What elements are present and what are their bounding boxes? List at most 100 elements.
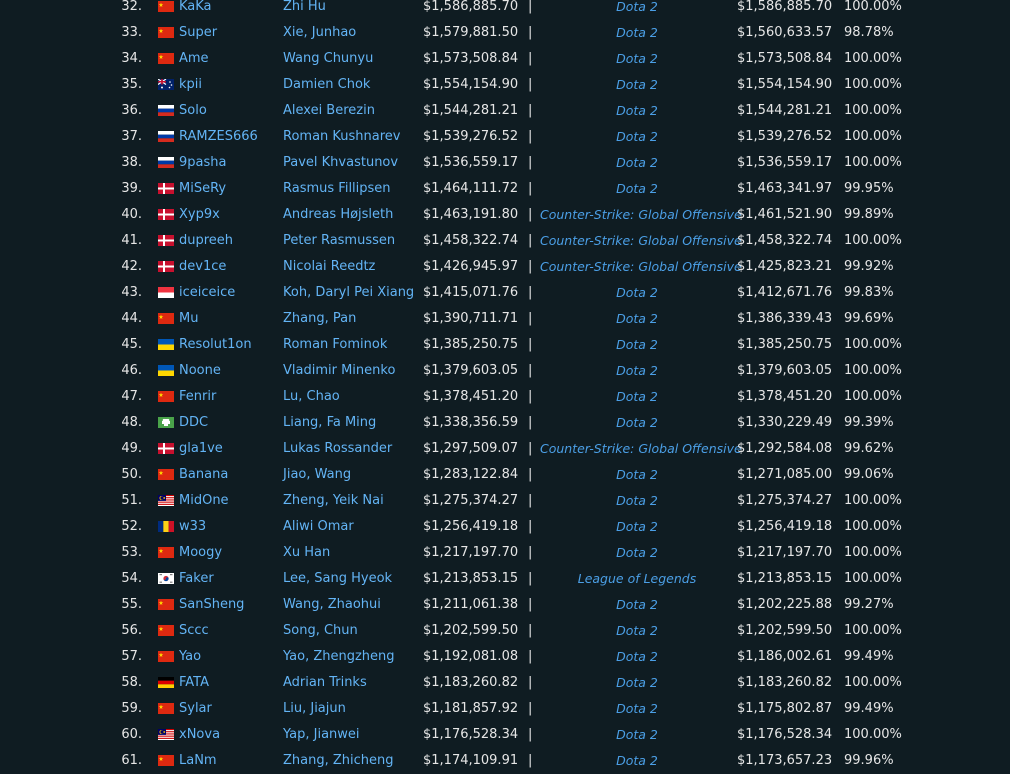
player-name-link[interactable]: Rasmus Fillipsen xyxy=(283,176,391,202)
player-handle-link[interactable]: Yao xyxy=(179,644,201,670)
game-link[interactable]: Dota 2 xyxy=(540,124,734,150)
game-link[interactable]: Dota 2 xyxy=(540,306,734,332)
player-handle-link[interactable]: Moogy xyxy=(179,540,222,566)
player-name-link[interactable]: Zheng, Yeik Nai xyxy=(283,488,384,514)
game-link[interactable]: Dota 2 xyxy=(540,72,734,98)
game-link[interactable]: Dota 2 xyxy=(540,280,734,306)
player-name-link[interactable]: Roman Kushnarev xyxy=(283,124,401,150)
player-handle-link[interactable]: gla1ve xyxy=(179,436,223,462)
game-link[interactable]: Dota 2 xyxy=(540,670,734,696)
game-link[interactable]: Dota 2 xyxy=(540,696,734,722)
game-link[interactable]: Dota 2 xyxy=(540,618,734,644)
player-name-link[interactable]: Vladimir Minenko xyxy=(283,358,395,384)
player-name-link[interactable]: Xu Han xyxy=(283,540,330,566)
game-link[interactable]: Dota 2 xyxy=(540,514,734,540)
game-link[interactable]: Dota 2 xyxy=(540,46,734,72)
game-link[interactable]: Dota 2 xyxy=(540,384,734,410)
player-handle-link[interactable]: Banana xyxy=(179,462,228,488)
player-handle-link[interactable]: Sccc xyxy=(179,618,209,644)
player-name-link[interactable]: Wang Chunyu xyxy=(283,46,373,72)
player-name-link[interactable]: Lu, Chao xyxy=(283,384,340,410)
player-name-link[interactable]: Lee, Sang Hyeok xyxy=(283,566,392,592)
player-name-link[interactable]: Roman Fominok xyxy=(283,332,387,358)
game-link[interactable]: Dota 2 xyxy=(540,332,734,358)
player-name-link[interactable]: Pavel Khvastunov xyxy=(283,150,398,176)
table-row: 46. Noone Vladimir Minenko $1,379,603.05 | Do… xyxy=(0,358,1010,384)
player-name-link[interactable]: Andreas Højsleth xyxy=(283,202,393,228)
player-handle-link[interactable]: dev1ce xyxy=(179,254,226,280)
player-handle-link[interactable]: Resolut1on xyxy=(179,332,252,358)
player-handle-link[interactable]: dupreeh xyxy=(179,228,233,254)
player-handle-link[interactable]: Sylar xyxy=(179,696,212,722)
separator: | xyxy=(528,415,533,430)
player-name-link[interactable]: Wang, Zhaohui xyxy=(283,592,381,618)
player-handle-link[interactable]: RAMZES666 xyxy=(179,124,258,150)
separator: | xyxy=(528,623,533,638)
player-handle-link[interactable]: LaNm xyxy=(179,748,217,774)
game-link[interactable]: Dota 2 xyxy=(540,540,734,566)
player-name-link[interactable]: Aliwi Omar xyxy=(283,514,354,540)
player-name-link[interactable]: Adrian Trinks xyxy=(283,670,367,696)
player-name-link[interactable]: Alexei Berezin xyxy=(283,98,375,124)
game-link[interactable]: Dota 2 xyxy=(540,176,734,202)
player-handle-link[interactable]: Faker xyxy=(179,566,214,592)
game-link[interactable]: Counter-Strike: Global Offensive xyxy=(540,254,742,280)
game-link[interactable]: League of Legends xyxy=(540,566,734,592)
game-link[interactable]: Dota 2 xyxy=(540,462,734,488)
game-link[interactable]: Dota 2 xyxy=(540,358,734,384)
player-handle-link[interactable]: Xyp9x xyxy=(179,202,220,228)
player-name-link[interactable]: Song, Chun xyxy=(283,618,358,644)
player-name-link[interactable]: Peter Rasmussen xyxy=(283,228,395,254)
player-name-link[interactable]: Zhi Hu xyxy=(283,0,326,20)
player-handle-link[interactable]: Fenrir xyxy=(179,384,216,410)
game-link[interactable]: Dota 2 xyxy=(540,644,734,670)
game-link[interactable]: Dota 2 xyxy=(540,748,734,774)
player-name-link[interactable]: Xie, Junhao xyxy=(283,20,356,46)
game-link[interactable]: Counter-Strike: Global Offensive xyxy=(540,228,742,254)
player-handle-link[interactable]: SanSheng xyxy=(179,592,244,618)
player-name-link[interactable]: Zhang, Zhicheng xyxy=(283,748,394,774)
player-handle-link[interactable]: kpii xyxy=(179,72,202,98)
player-handle-link[interactable]: Solo xyxy=(179,98,207,124)
player-handle-link[interactable]: iceiceice xyxy=(179,280,235,306)
player-handle-link[interactable]: Ame xyxy=(179,46,209,72)
player-name-link[interactable]: Koh, Daryl Pei Xiang xyxy=(283,280,414,306)
game-link[interactable]: Dota 2 xyxy=(540,0,734,20)
game-link[interactable]: Counter-Strike: Global Offensive xyxy=(540,436,742,462)
game-link[interactable]: Dota 2 xyxy=(540,20,734,46)
player-name-link[interactable]: Yap, Jianwei xyxy=(283,722,360,748)
country-flag-cn-icon xyxy=(158,703,174,714)
player-name-link[interactable]: Lukas Rossander xyxy=(283,436,392,462)
game-link[interactable]: Dota 2 xyxy=(540,488,734,514)
player-handle-link[interactable]: 9pasha xyxy=(179,150,226,176)
game-link[interactable]: Dota 2 xyxy=(540,98,734,124)
game-link[interactable]: Dota 2 xyxy=(540,410,734,436)
player-name-link[interactable]: Jiao, Wang xyxy=(283,462,351,488)
game-link[interactable]: Dota 2 xyxy=(540,150,734,176)
player-handle-link[interactable]: DDC xyxy=(179,410,208,436)
total-earnings: $1,573,508.84 xyxy=(423,51,519,66)
player-handle-link[interactable]: MidOne xyxy=(179,488,229,514)
game-link[interactable]: Counter-Strike: Global Offensive xyxy=(540,202,742,228)
game-percent: 100.00% xyxy=(844,337,902,352)
player-name-link[interactable]: Liu, Jiajun xyxy=(283,696,346,722)
player-name-link[interactable]: Zhang, Pan xyxy=(283,306,356,332)
player-name-link[interactable]: Nicolai Reedtz xyxy=(283,254,375,280)
player-handle-link[interactable]: MiSeRy xyxy=(179,176,226,202)
player-handle-link[interactable]: KaKa xyxy=(179,0,212,20)
player-name-link[interactable]: Yao, Zhengzheng xyxy=(283,644,395,670)
player-handle-link[interactable]: FATA xyxy=(179,670,209,696)
game-earnings: $1,378,451.20 xyxy=(737,389,833,404)
player-name-link[interactable]: Liang, Fa Ming xyxy=(283,410,376,436)
player-handle-link[interactable]: w33 xyxy=(179,514,206,540)
game-link[interactable]: Dota 2 xyxy=(540,722,734,748)
total-earnings: $1,275,374.27 xyxy=(423,493,519,508)
game-link[interactable]: Dota 2 xyxy=(540,592,734,618)
player-handle-link[interactable]: Noone xyxy=(179,358,221,384)
player-rank: 56. xyxy=(121,623,142,638)
player-handle-link[interactable]: Mu xyxy=(179,306,198,332)
table-row: 38. 9pasha Pavel Khvastunov $1,536,559.17 | D… xyxy=(0,150,1010,176)
player-handle-link[interactable]: xNova xyxy=(179,722,220,748)
player-name-link[interactable]: Damien Chok xyxy=(283,72,370,98)
player-handle-link[interactable]: Super xyxy=(179,20,217,46)
